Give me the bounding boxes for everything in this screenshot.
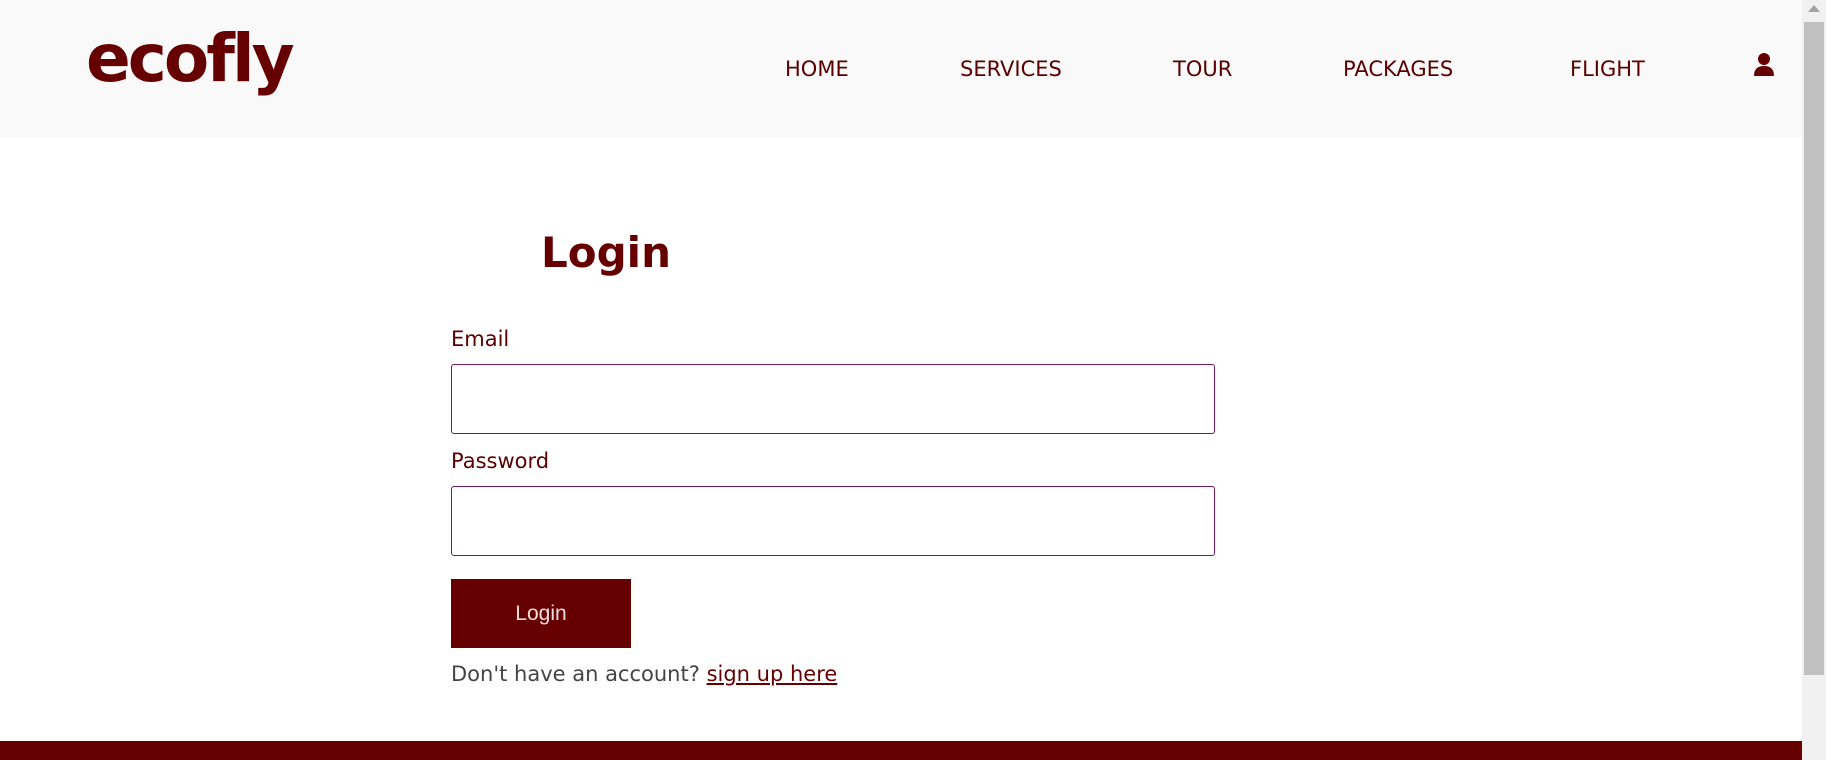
nav-item-packages[interactable]: PACKAGES (1343, 56, 1453, 82)
scroll-up-arrow-icon[interactable] (1808, 5, 1820, 12)
nav-item-tour[interactable]: TOUR (1173, 56, 1232, 82)
page-title: Login (541, 228, 671, 277)
email-label: Email (451, 327, 510, 351)
user-icon[interactable] (1753, 52, 1775, 78)
vertical-scrollbar[interactable] (1802, 0, 1826, 760)
footer (0, 741, 1802, 760)
main-nav: HOME SERVICES TOUR PACKAGES FLIGHT (0, 56, 1802, 82)
login-button[interactable]: Login (451, 579, 631, 648)
page: ecofly HOME SERVICES TOUR PACKAGES FLIGH… (0, 0, 1826, 760)
signup-prompt: Don't have an account? (451, 662, 700, 686)
signup-prompt-line: Don't have an account? sign up here (451, 662, 837, 686)
password-field[interactable] (451, 486, 1215, 556)
nav-item-home[interactable]: HOME (785, 56, 849, 82)
nav-item-services[interactable]: SERVICES (960, 56, 1062, 82)
email-field[interactable] (451, 364, 1215, 434)
site-header: ecofly HOME SERVICES TOUR PACKAGES FLIGH… (0, 0, 1802, 137)
password-label: Password (451, 449, 550, 473)
user-icon-glyph (1754, 53, 1774, 76)
scroll-thumb[interactable] (1804, 22, 1824, 675)
signup-link[interactable]: sign up here (707, 662, 838, 686)
nav-item-flight[interactable]: FLIGHT (1570, 56, 1645, 82)
